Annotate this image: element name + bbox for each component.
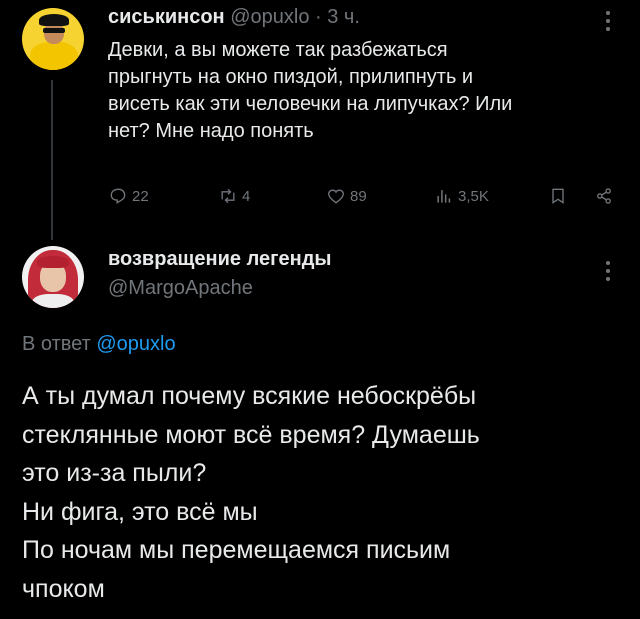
bookmark-button[interactable] bbox=[548, 186, 568, 206]
reply-context: В ответ @opuxlo bbox=[22, 333, 176, 356]
reply-to-link[interactable]: @opuxlo bbox=[96, 333, 175, 355]
share-icon bbox=[597, 188, 611, 204]
like-button[interactable]: 89 bbox=[326, 186, 367, 206]
reply-icon bbox=[110, 188, 126, 204]
reply-author-name[interactable]: возвращение легенды bbox=[108, 248, 332, 271]
tweet-text: Девки, а вы можете так разбежаться прыгн… bbox=[108, 39, 513, 142]
avatar-opuxlo[interactable] bbox=[22, 8, 84, 70]
retweet-icon bbox=[221, 188, 235, 204]
reply-author-handle[interactable]: @MargoApache bbox=[108, 277, 253, 300]
tweet-separator: · bbox=[309, 6, 328, 28]
like-count: 89 bbox=[350, 187, 367, 205]
tweet-author-name[interactable]: сиськинсон bbox=[108, 6, 225, 28]
retweet-button[interactable]: 4 bbox=[218, 186, 250, 206]
tweet-actions: 22 4 89 3,5K bbox=[0, 186, 640, 210]
reply-text: А ты думал почему всякие небоскрёбы стек… bbox=[22, 382, 480, 603]
reply-button[interactable]: 22 bbox=[108, 186, 149, 206]
like-icon bbox=[328, 189, 344, 204]
thread-connector bbox=[51, 80, 53, 240]
reply-count: 22 bbox=[132, 187, 149, 205]
tweet-time[interactable]: 3 ч. bbox=[327, 6, 360, 28]
retweet-count: 4 bbox=[242, 187, 251, 205]
bookmark-icon bbox=[552, 188, 564, 204]
views-button[interactable]: 3,5K bbox=[434, 186, 489, 206]
views-count: 3,5K bbox=[458, 187, 489, 205]
reply-prefix: В ответ bbox=[22, 333, 97, 355]
tweet-author-handle[interactable]: @opuxlo bbox=[230, 6, 309, 28]
avatar-margoapache[interactable] bbox=[22, 246, 84, 308]
views-icon bbox=[437, 190, 451, 203]
more-icon[interactable] bbox=[603, 260, 613, 282]
share-button[interactable] bbox=[594, 186, 614, 206]
more-icon[interactable] bbox=[603, 10, 613, 32]
tweet-header: сиськинсон @opuxlo · 3 ч. bbox=[108, 6, 360, 29]
